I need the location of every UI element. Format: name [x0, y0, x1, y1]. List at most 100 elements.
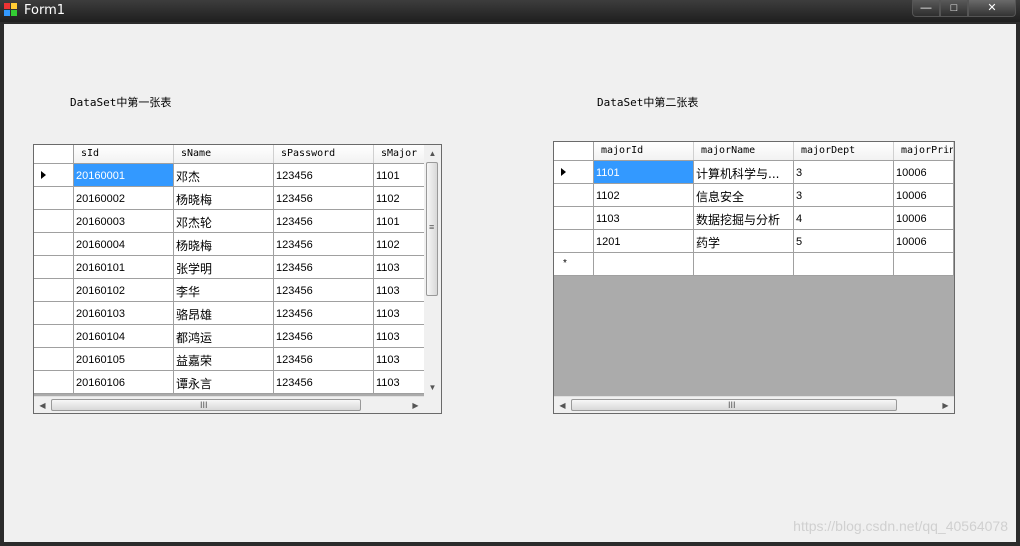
table-cell[interactable]: 骆昂雄: [174, 302, 274, 325]
grid1-vertical-scrollbar[interactable]: ▲ ≡ ▼: [424, 145, 441, 396]
minimize-button[interactable]: —: [912, 0, 940, 17]
table-cell[interactable]: 10006: [894, 207, 954, 230]
row-header-cell[interactable]: [34, 164, 74, 187]
table-row[interactable]: 20160101 张学明 123456 1103: [34, 256, 426, 279]
scroll-left-icon[interactable]: ◀: [34, 397, 51, 413]
row-header-cell[interactable]: [34, 302, 74, 325]
row-header-cell[interactable]: [554, 230, 594, 253]
table-cell[interactable]: 20160105: [74, 348, 174, 371]
table-cell[interactable]: 20160002: [74, 187, 174, 210]
table-cell[interactable]: 信息安全: [694, 184, 794, 207]
grid2-corner-cell[interactable]: [554, 142, 594, 160]
table-cell[interactable]: 数据挖掘与分析: [694, 207, 794, 230]
table-cell[interactable]: 123456: [274, 233, 374, 256]
table-cell[interactable]: 邓杰轮: [174, 210, 274, 233]
table-cell[interactable]: 10006: [894, 230, 954, 253]
table-cell[interactable]: 益嘉荣: [174, 348, 274, 371]
grid2-horizontal-scrollbar[interactable]: ◀ III ▶: [554, 396, 954, 413]
scroll-down-icon[interactable]: ▼: [424, 379, 441, 396]
new-row[interactable]: *: [554, 253, 954, 276]
table-cell[interactable]: 20160106: [74, 371, 174, 394]
table-row[interactable]: 1101 计算机科学与... 3 10006: [554, 161, 954, 184]
students-datagrid[interactable]: sId sName sPassword sMajor 20160001 邓杰 123…: [33, 144, 442, 414]
grid2-col-header[interactable]: majorPrin: [894, 142, 954, 160]
grid2-col-header[interactable]: majorId: [594, 142, 694, 160]
table-cell[interactable]: 20160003: [74, 210, 174, 233]
table-cell[interactable]: 都鸿运: [174, 325, 274, 348]
grid1-col-header[interactable]: sMajor: [374, 145, 426, 163]
table-cell[interactable]: 杨晓梅: [174, 187, 274, 210]
table-cell[interactable]: 20160001: [74, 164, 174, 187]
table-row[interactable]: 20160102 李华 123456 1103: [34, 279, 426, 302]
row-header-cell[interactable]: [34, 233, 74, 256]
table-cell[interactable]: 123456: [274, 371, 374, 394]
row-header-cell[interactable]: [34, 348, 74, 371]
scroll-right-icon[interactable]: ▶: [407, 397, 424, 413]
grid1-horizontal-scrollbar[interactable]: ◀ III ▶: [34, 396, 424, 413]
table-cell[interactable]: 20160104: [74, 325, 174, 348]
table-cell[interactable]: 1101: [374, 210, 426, 233]
table-cell[interactable]: 药学: [694, 230, 794, 253]
table-row[interactable]: 1201 药学 5 10006: [554, 230, 954, 253]
table-cell[interactable]: 123456: [274, 302, 374, 325]
row-header-cell[interactable]: [34, 325, 74, 348]
table-cell[interactable]: 1103: [374, 279, 426, 302]
table-cell[interactable]: 1102: [374, 187, 426, 210]
table-cell[interactable]: 3: [794, 184, 894, 207]
table-cell[interactable]: 20160004: [74, 233, 174, 256]
table-cell[interactable]: 123456: [274, 187, 374, 210]
table-row[interactable]: 1103 数据挖掘与分析 4 10006: [554, 207, 954, 230]
grid1-hscroll-thumb[interactable]: III: [51, 399, 361, 411]
table-cell[interactable]: 10006: [894, 161, 954, 184]
table-cell[interactable]: 10006: [894, 184, 954, 207]
table-cell[interactable]: 123456: [274, 256, 374, 279]
grid1-corner-cell[interactable]: [34, 145, 74, 163]
table-cell[interactable]: 123456: [274, 164, 374, 187]
table-cell[interactable]: 1201: [594, 230, 694, 253]
table-cell[interactable]: 4: [794, 207, 894, 230]
row-header-cell[interactable]: [554, 207, 594, 230]
table-row[interactable]: 1102 信息安全 3 10006: [554, 184, 954, 207]
scroll-right-icon[interactable]: ▶: [937, 397, 954, 413]
table-cell[interactable]: 1102: [594, 184, 694, 207]
table-cell[interactable]: 1101: [594, 161, 694, 184]
new-row-header-cell[interactable]: *: [554, 253, 594, 276]
table-cell[interactable]: 20160103: [74, 302, 174, 325]
grid2-col-header[interactable]: majorName: [694, 142, 794, 160]
table-cell[interactable]: 20160101: [74, 256, 174, 279]
grid2-col-header[interactable]: majorDept: [794, 142, 894, 160]
table-row[interactable]: 20160004 杨晓梅 123456 1102: [34, 233, 426, 256]
table-cell[interactable]: 123456: [274, 210, 374, 233]
table-cell[interactable]: 3: [794, 161, 894, 184]
row-header-cell[interactable]: [34, 256, 74, 279]
grid2-hscroll-thumb[interactable]: III: [571, 399, 897, 411]
table-cell[interactable]: 5: [794, 230, 894, 253]
row-header-cell[interactable]: [554, 184, 594, 207]
table-cell[interactable]: 123456: [274, 325, 374, 348]
row-header-cell[interactable]: [34, 279, 74, 302]
majors-datagrid[interactable]: majorId majorName majorDept majorPrin 11…: [553, 141, 955, 414]
table-cell[interactable]: 1103: [374, 371, 426, 394]
table-cell[interactable]: 123456: [274, 348, 374, 371]
table-cell[interactable]: 张学明: [174, 256, 274, 279]
table-row[interactable]: 20160002 杨晓梅 123456 1102: [34, 187, 426, 210]
table-cell[interactable]: 1103: [374, 256, 426, 279]
new-row-cell[interactable]: [694, 253, 794, 276]
table-cell[interactable]: 杨晓梅: [174, 233, 274, 256]
table-cell[interactable]: 谭永言: [174, 371, 274, 394]
grid1-col-header[interactable]: sName: [174, 145, 274, 163]
table-row[interactable]: 20160106 谭永言 123456 1103: [34, 371, 426, 394]
grid1-col-header[interactable]: sId: [74, 145, 174, 163]
maximize-button[interactable]: □: [940, 0, 968, 17]
row-header-cell[interactable]: [34, 210, 74, 233]
grid1-vscroll-thumb[interactable]: ≡: [426, 162, 438, 296]
table-cell[interactable]: 20160102: [74, 279, 174, 302]
table-cell[interactable]: 1102: [374, 233, 426, 256]
table-row[interactable]: 20160104 都鸿运 123456 1103: [34, 325, 426, 348]
table-row[interactable]: 20160003 邓杰轮 123456 1101: [34, 210, 426, 233]
table-cell[interactable]: 计算机科学与...: [694, 161, 794, 184]
close-button[interactable]: ✕: [968, 0, 1016, 17]
table-row[interactable]: 20160001 邓杰 123456 1101: [34, 164, 426, 187]
grid1-col-header[interactable]: sPassword: [274, 145, 374, 163]
new-row-cell[interactable]: [794, 253, 894, 276]
